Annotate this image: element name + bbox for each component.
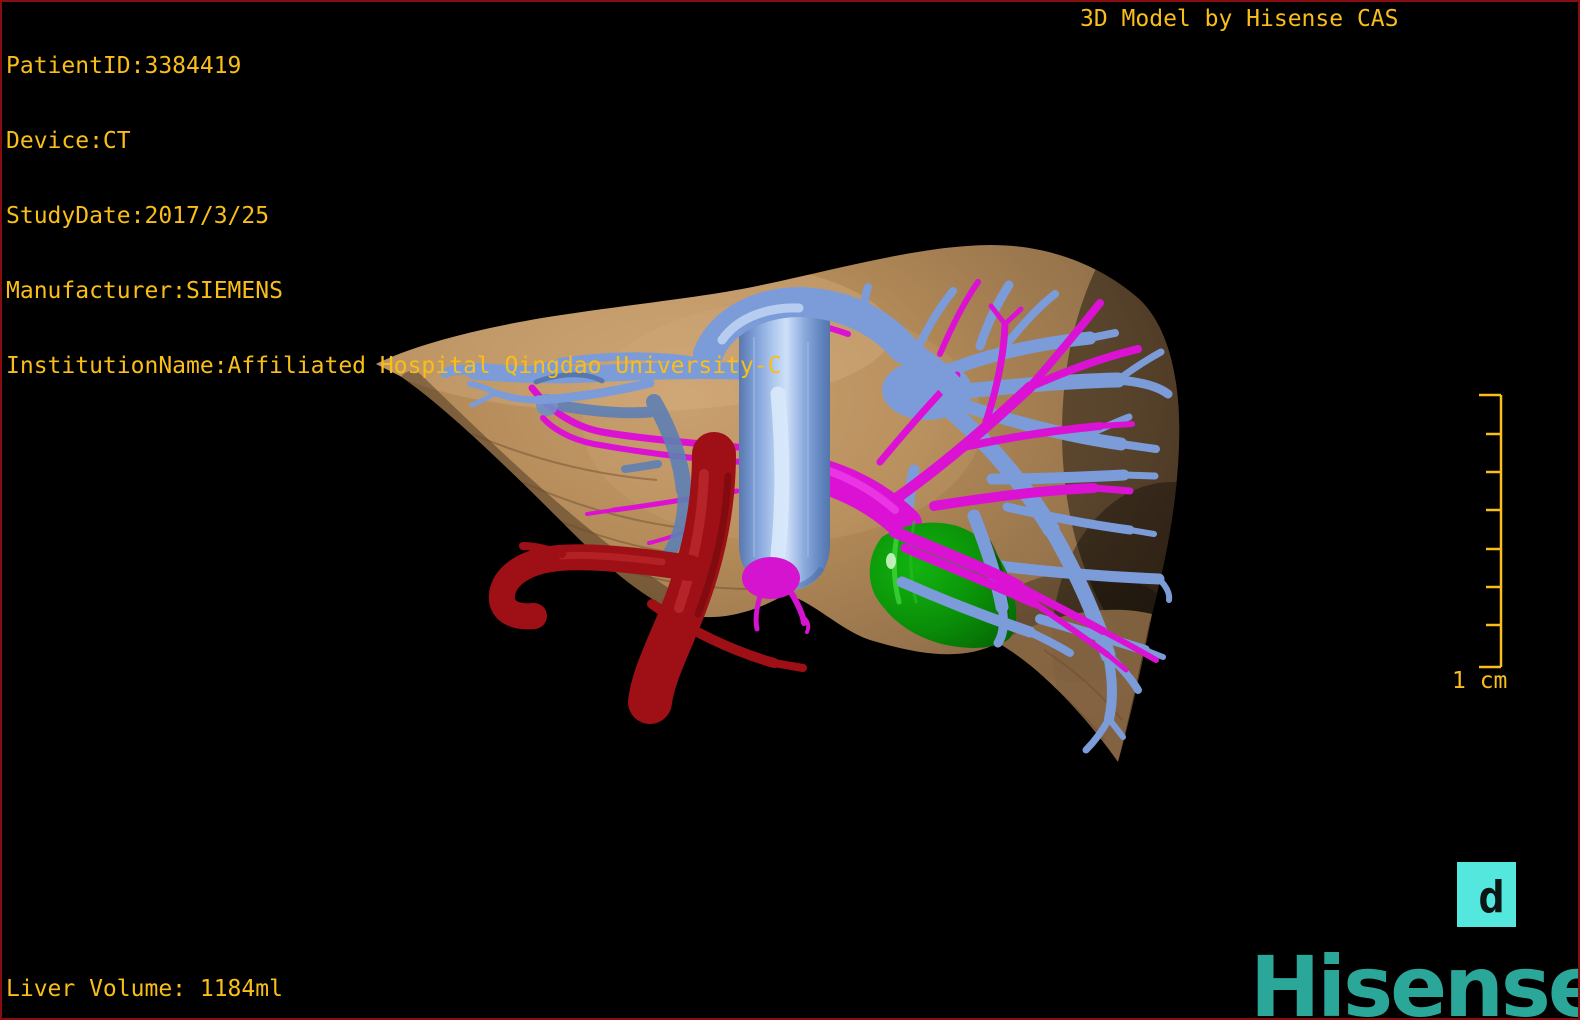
app-window: 1 cm PatientID:3384419 Device:CT StudyDa… xyxy=(0,0,1580,1020)
scale-bar-label: 1 cm xyxy=(1452,668,1507,694)
patient-info-block: PatientID:3384419 Device:CT StudyDate:20… xyxy=(6,4,781,429)
device-line: Device:CT xyxy=(6,128,131,154)
liver-volume-label: Liver Volume: 1184ml xyxy=(6,976,283,1002)
hisense-logo: Hisense xyxy=(1250,938,1580,1020)
orientation-cube-widget[interactable]: d xyxy=(1457,862,1516,927)
manufacturer-line: Manufacturer:SIEMENS xyxy=(6,278,283,304)
study-date-line: StudyDate:2017/3/25 xyxy=(6,203,270,229)
scale-bar: 1 cm xyxy=(1452,393,1507,694)
watermark-title: 3D Model by Hisense CAS xyxy=(1080,6,1399,32)
orientation-letter: d xyxy=(1478,872,1505,923)
patient-id-line: PatientID:3384419 xyxy=(6,53,242,79)
institution-line: InstitutionName:Affiliated Hospital Qing… xyxy=(6,353,782,379)
